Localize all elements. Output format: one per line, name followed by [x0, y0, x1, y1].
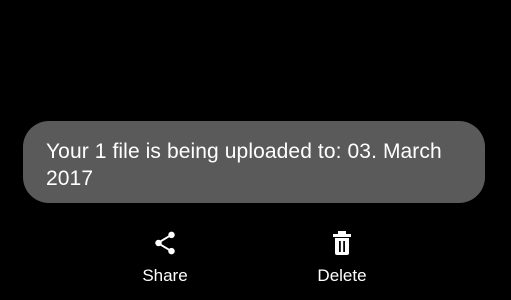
- share-button[interactable]: Share: [120, 228, 210, 292]
- trash-icon: [327, 228, 357, 258]
- toast-message: Your 1 file is being uploaded to: 03. Ma…: [46, 140, 442, 190]
- share-label: Share: [142, 266, 188, 285]
- upload-toast: Your 1 file is being uploaded to: 03. Ma…: [23, 121, 485, 203]
- screen: Your 1 file is being uploaded to: 03. Ma…: [0, 0, 511, 300]
- share-icon: [150, 228, 180, 258]
- delete-label: Delete: [317, 266, 367, 285]
- delete-button[interactable]: Delete: [297, 228, 387, 292]
